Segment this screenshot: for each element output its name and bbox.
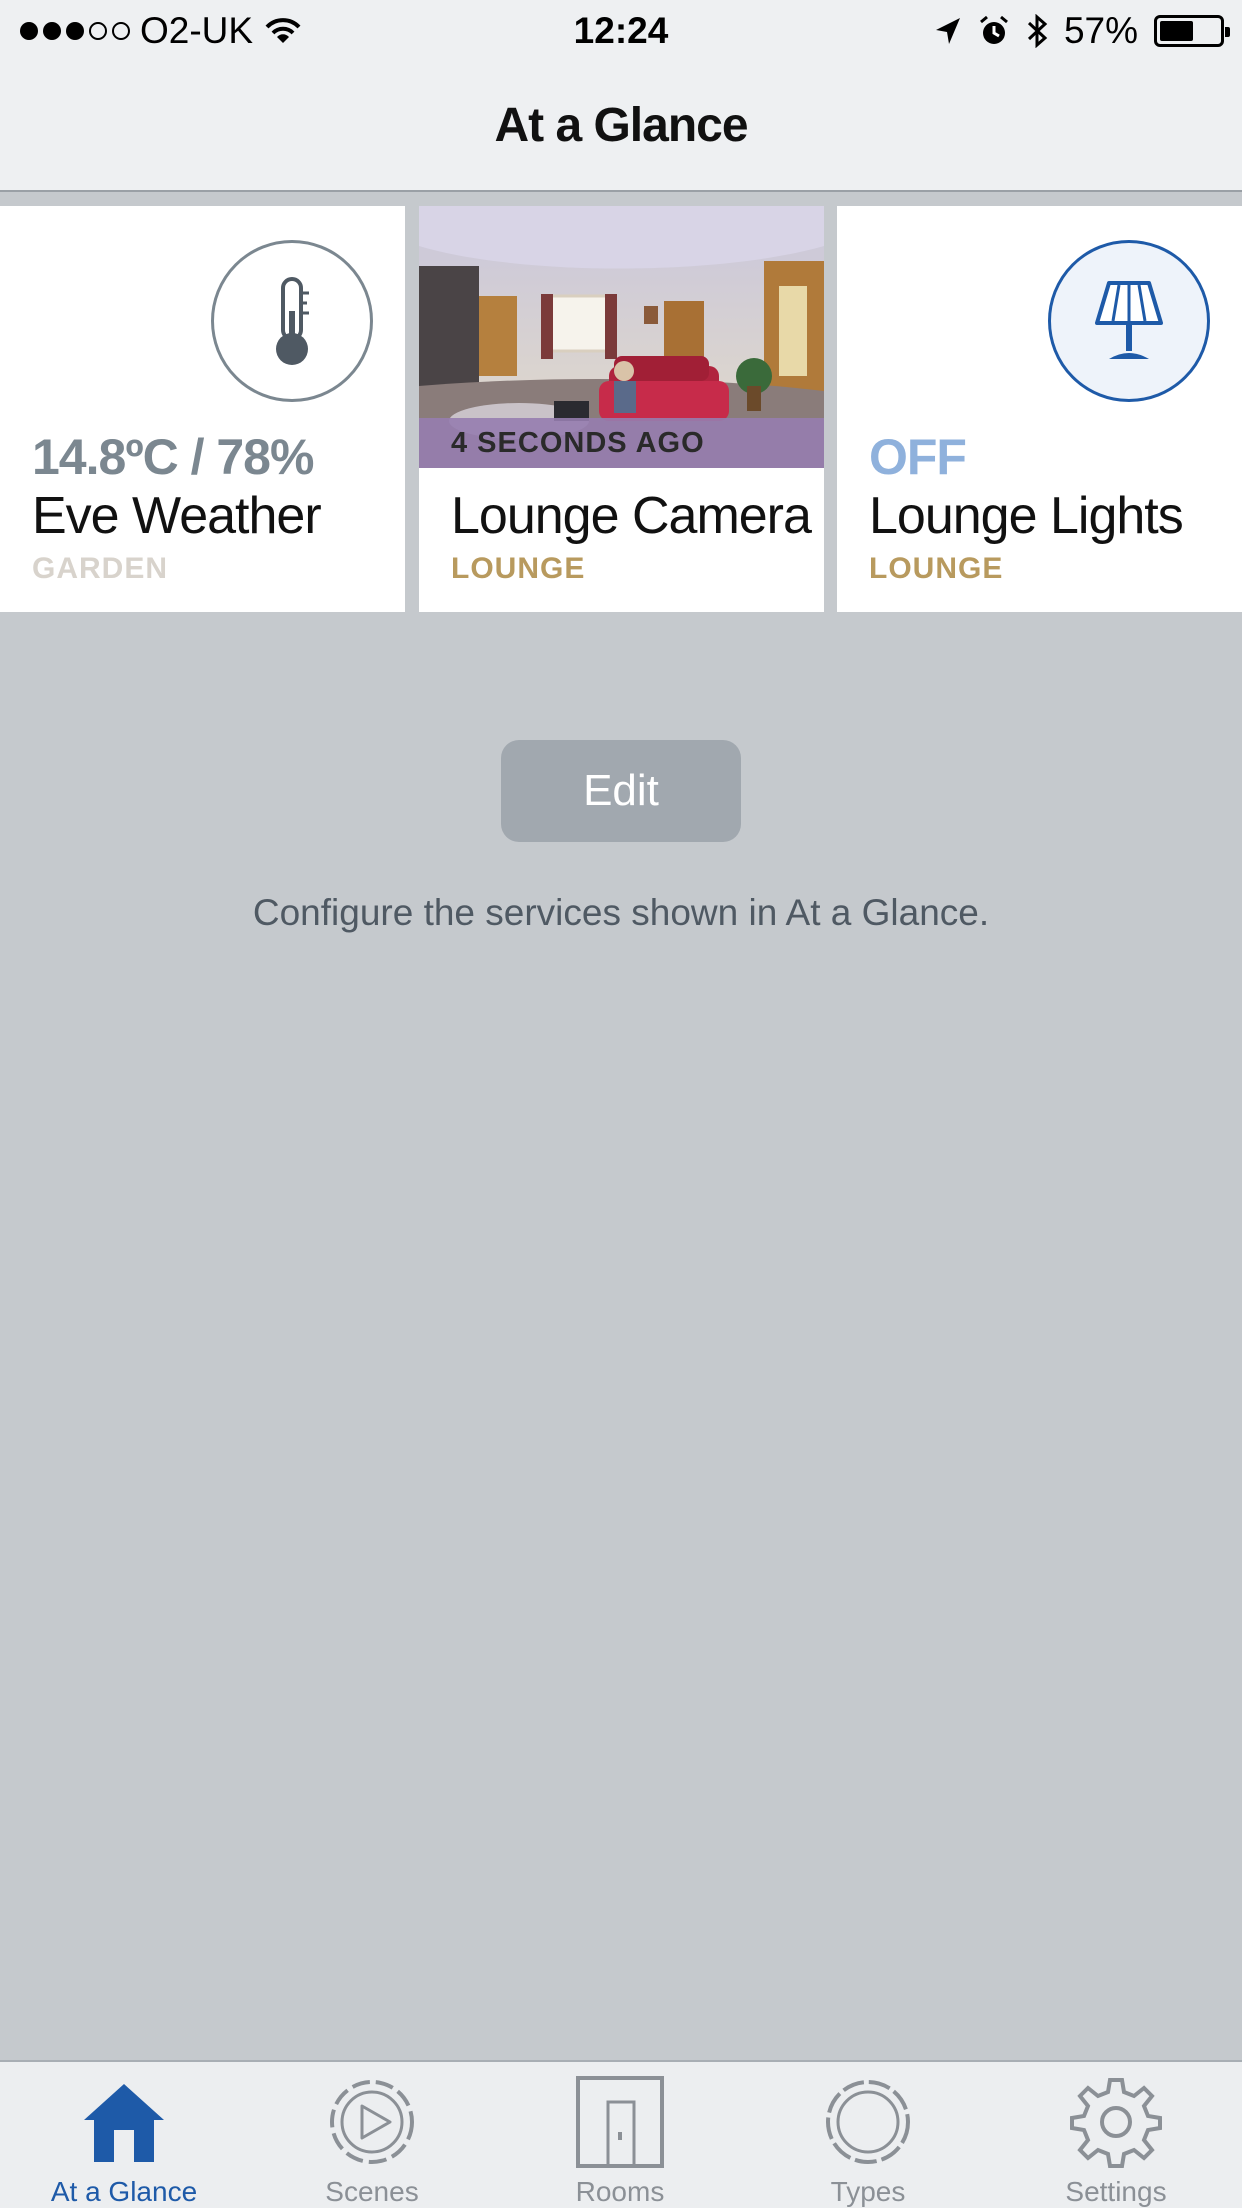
- battery-percentage: 57%: [1063, 10, 1138, 51]
- location-arrow-icon: [935, 18, 960, 44]
- page-title: At a Glance: [494, 99, 748, 152]
- scenes-play-icon: [330, 2080, 414, 2164]
- battery-fill: [1160, 21, 1193, 41]
- tile-name: Lounge Camera: [451, 487, 812, 545]
- tile-name: Eve Weather: [32, 487, 322, 545]
- tab-settings[interactable]: Settings: [992, 2074, 1240, 2208]
- snapshot-age-label: 4 SECONDS AGO: [451, 427, 705, 459]
- lamp-icon: [1095, 281, 1163, 359]
- edit-button[interactable]: Edit: [501, 740, 741, 842]
- tab-at-a-glance[interactable]: At a Glance: [0, 2074, 248, 2208]
- tab-types[interactable]: Types: [744, 2074, 992, 2208]
- gear-icon: [1070, 2078, 1162, 2168]
- home-icon: [84, 2084, 164, 2162]
- status-right: 57%: [934, 10, 1230, 52]
- tile-eve-weather[interactable]: 14.8ºC / 78% Eve Weather GARDEN: [0, 206, 405, 612]
- tile-room: LOUNGE: [451, 552, 586, 585]
- tab-bar: At a Glance Scenes Rooms Types Settings: [0, 2060, 1242, 2208]
- door-icon: [576, 2076, 664, 2168]
- tile-room: LOUNGE: [869, 552, 1004, 585]
- glance-tiles: 14.8ºC / 78% Eve Weather GARDEN 4 SECOND…: [0, 206, 1242, 612]
- light-toggle-button[interactable]: [1048, 240, 1210, 402]
- snapshot-age-overlay: 4 SECONDS AGO: [419, 418, 824, 468]
- tile-status: 14.8ºC / 78%: [32, 429, 314, 485]
- thermometer-icon: [276, 277, 309, 365]
- tile-room: GARDEN: [32, 552, 169, 585]
- tab-label: At a Glance: [50, 2176, 198, 2207]
- bluetooth-icon: [1027, 14, 1048, 48]
- tab-scenes[interactable]: Scenes: [248, 2074, 496, 2208]
- tile-status: OFF: [869, 429, 967, 485]
- status-bar: O2-UK 12:24 57%: [0, 0, 1242, 60]
- tab-label: Rooms: [575, 2176, 665, 2207]
- tab-rooms[interactable]: Rooms: [496, 2074, 744, 2208]
- tab-label: Types: [830, 2176, 906, 2207]
- battery-icon: [1154, 15, 1230, 47]
- types-ring-icon: [826, 2080, 910, 2164]
- tile-name: Lounge Lights: [869, 487, 1184, 545]
- alarm-clock-icon: [979, 15, 1008, 44]
- tab-label: Scenes: [325, 2176, 419, 2207]
- tile-lounge-lights[interactable]: OFF Lounge Lights LOUNGE: [837, 206, 1242, 612]
- tile-lounge-camera[interactable]: 4 SECONDS AGO Lounge Camera LOUNGE: [419, 206, 824, 612]
- edit-hint: Configure the services shown in At a Gla…: [252, 892, 990, 933]
- tile-icon-circle: [211, 240, 373, 402]
- tab-label: Settings: [1065, 2176, 1167, 2207]
- navigation-bar: At a Glance: [0, 60, 1242, 192]
